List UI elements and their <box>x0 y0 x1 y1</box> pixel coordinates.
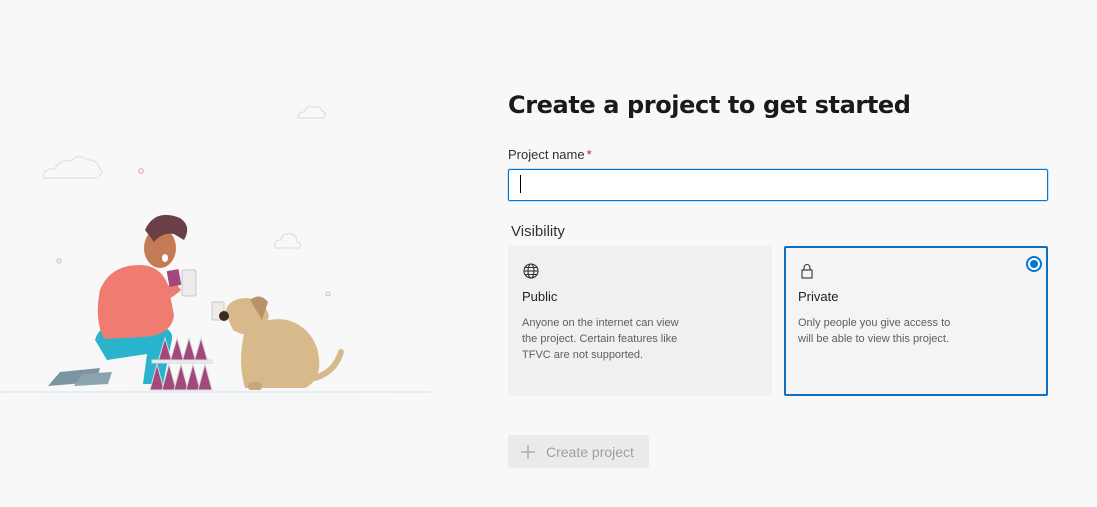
create-project-page: Create a project to get started Project … <box>0 0 1097 507</box>
public-option-title: Public <box>522 289 558 304</box>
plus-icon <box>521 444 535 459</box>
private-radio-selected[interactable] <box>1026 256 1042 272</box>
project-name-label-text: Project name <box>508 147 585 162</box>
project-name-label: Project name * <box>508 147 1053 163</box>
visibility-label: Visibility <box>511 223 565 240</box>
required-marker: * <box>586 147 592 162</box>
private-option-description: Only people you give access to will be a… <box>798 317 951 345</box>
create-project-button[interactable]: Create project <box>508 435 649 468</box>
create-project-label: Create project <box>546 443 634 460</box>
globe-icon <box>523 263 539 279</box>
house-of-cards-illustration <box>0 105 430 400</box>
visibility-option-public[interactable]: Public Anyone on the internet can view t… <box>508 246 772 396</box>
visibility-options: Public Anyone on the internet can view t… <box>508 246 1053 396</box>
visibility-option-private[interactable]: Private Only people you give access to w… <box>784 246 1048 396</box>
page-title: Create a project to get started <box>508 91 911 119</box>
project-name-input[interactable] <box>508 169 1048 201</box>
text-caret <box>520 175 521 193</box>
private-option-title: Private <box>798 289 839 304</box>
lock-icon <box>801 264 813 279</box>
radio-selected-dot <box>1030 260 1038 268</box>
public-option-description: Anyone on the internet can view the proj… <box>522 317 679 361</box>
create-project-form: Create a project to get started Project … <box>508 88 1053 396</box>
